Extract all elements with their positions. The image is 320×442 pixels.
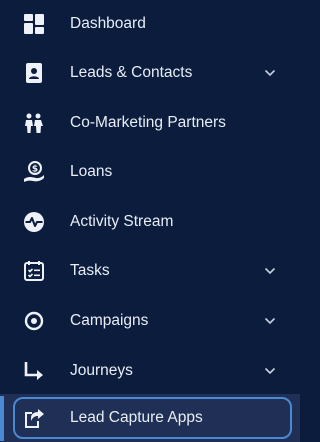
sidebar-item-label: Leads & Contacts xyxy=(70,64,193,81)
svg-text:$: $ xyxy=(32,165,38,175)
chevron-down-icon[interactable] xyxy=(264,67,276,79)
sidebar-item-label: Journeys xyxy=(70,362,133,379)
sidebar-item-loans[interactable]: $ Loans xyxy=(0,148,300,196)
dashboard-icon xyxy=(22,12,46,36)
sidebar-item-label: Activity Stream xyxy=(70,213,174,230)
campaign-target-icon xyxy=(22,309,46,333)
sidebar-item-label: Dashboard xyxy=(70,15,146,32)
sidebar-item-co-marketing-partners[interactable]: Co-Marketing Partners xyxy=(0,99,300,147)
sidebar-item-leads-contacts[interactable]: Leads & Contacts xyxy=(0,49,300,97)
sidebar-item-label: Co-Marketing Partners xyxy=(70,114,226,131)
sidebar-item-dashboard[interactable]: Dashboard xyxy=(0,0,300,48)
sidebar-item-label: Tasks xyxy=(70,262,110,279)
sidebar-nav: Dashboard Leads & Contacts Co-Marketing … xyxy=(0,0,300,442)
sidebar-item-label: Lead Capture Apps xyxy=(70,409,203,426)
partners-icon xyxy=(22,111,46,135)
lead-capture-icon xyxy=(22,406,46,430)
journey-arrow-icon xyxy=(22,359,46,383)
sidebar-item-lead-capture-apps[interactable]: Lead Capture Apps xyxy=(0,394,300,442)
sidebar-item-label: Loans xyxy=(70,163,113,180)
sidebar-item-tasks[interactable]: Tasks xyxy=(0,247,300,295)
active-indicator xyxy=(0,396,4,441)
contacts-book-icon xyxy=(22,61,46,85)
sidebar-item-campaigns[interactable]: Campaigns xyxy=(0,297,300,345)
loan-icon: $ xyxy=(22,160,46,184)
tasks-calendar-icon xyxy=(22,259,46,283)
chevron-down-icon[interactable] xyxy=(264,265,276,277)
sidebar-item-label: Campaigns xyxy=(70,312,149,329)
activity-pulse-icon xyxy=(22,210,46,234)
sidebar-item-activity-stream[interactable]: Activity Stream xyxy=(0,198,300,246)
chevron-down-icon[interactable] xyxy=(264,315,276,327)
sidebar-item-journeys[interactable]: Journeys xyxy=(0,347,300,395)
chevron-down-icon[interactable] xyxy=(264,365,276,377)
